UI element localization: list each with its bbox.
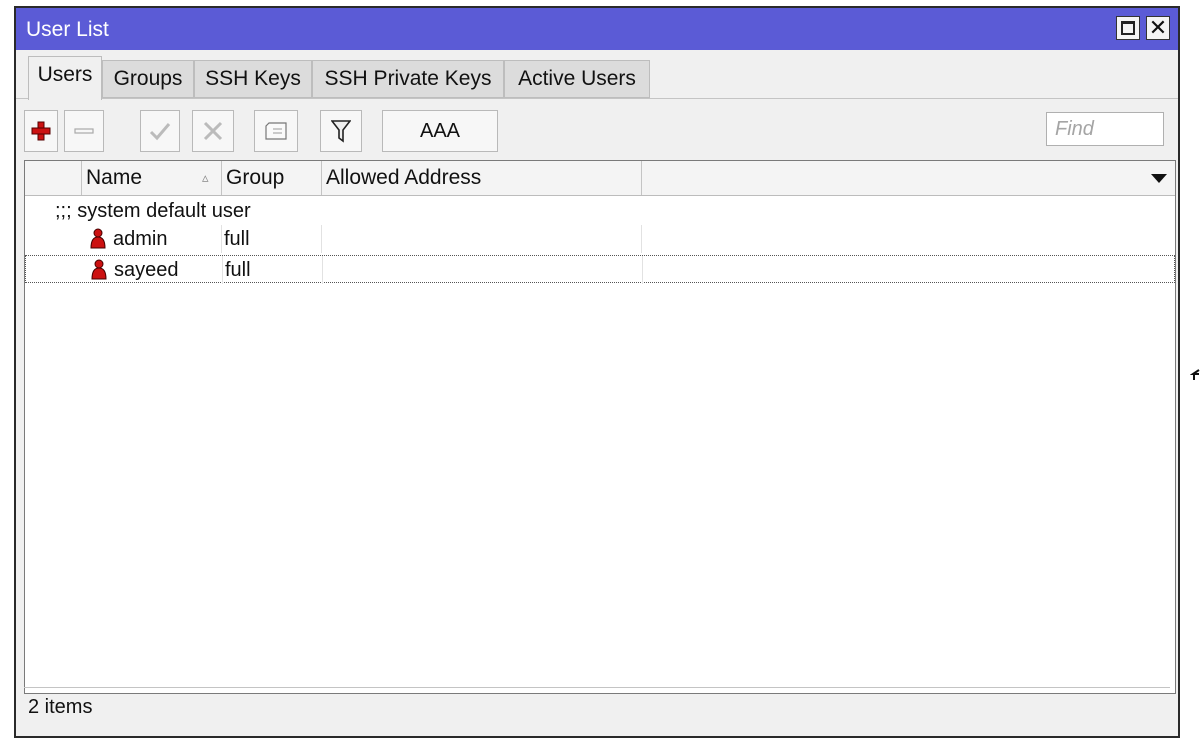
item-count: 2 items xyxy=(28,696,93,718)
aaa-button[interactable]: AAA xyxy=(382,110,498,152)
disable-button[interactable] xyxy=(192,110,234,152)
close-icon: ✕ xyxy=(1148,15,1168,40)
filter-button[interactable] xyxy=(320,110,362,152)
comment-button[interactable] xyxy=(254,110,298,152)
tab-groups[interactable]: Groups xyxy=(102,60,194,98)
cell-name: sayeed xyxy=(114,259,179,281)
cell-group: full xyxy=(221,225,321,253)
table-row[interactable]: admin full xyxy=(25,225,1175,253)
cell-name: admin xyxy=(113,228,168,250)
check-icon xyxy=(149,123,171,141)
add-button[interactable] xyxy=(24,110,58,152)
column-header-group[interactable]: Group xyxy=(221,161,321,195)
table-header: Name ▵ Group Allowed Address xyxy=(25,161,1175,196)
plus-icon xyxy=(31,121,51,141)
cell-group: full xyxy=(222,256,322,284)
maximize-button[interactable] xyxy=(1116,16,1140,40)
cell-allowed-address xyxy=(322,256,642,284)
tab-ssh-private-keys[interactable]: SSH Private Keys xyxy=(312,60,504,98)
close-button[interactable]: ✕ xyxy=(1146,15,1170,40)
cell-empty xyxy=(641,225,1175,253)
minus-icon xyxy=(74,128,94,134)
cell-empty xyxy=(642,256,1176,284)
comment-row: ;;; system default user xyxy=(55,200,251,222)
tab-users[interactable]: Users xyxy=(28,56,102,100)
find-input[interactable] xyxy=(1046,112,1164,146)
column-menu-arrow-icon[interactable] xyxy=(1151,174,1167,183)
column-header-name[interactable]: Name ▵ xyxy=(81,161,221,195)
title-bar[interactable]: User List ✕ xyxy=(16,8,1178,50)
status-bar: 2 items xyxy=(24,687,1170,728)
filter-icon xyxy=(331,120,351,143)
edge-mark xyxy=(1190,369,1200,380)
x-icon xyxy=(203,121,223,141)
user-icon xyxy=(90,228,106,249)
tab-ssh-keys[interactable]: SSH Keys xyxy=(194,60,312,98)
window-title: User List xyxy=(26,18,109,41)
toolbar: AAA xyxy=(24,108,1170,154)
sort-ascending-icon: ▵ xyxy=(202,170,209,185)
column-header-name-label: Name xyxy=(86,166,143,189)
users-table: Name ▵ Group Allowed Address ;;; system … xyxy=(24,160,1176,694)
cell-allowed-address xyxy=(321,225,641,253)
column-header-empty xyxy=(641,161,1175,195)
tab-divider xyxy=(16,98,1178,99)
comment-icon xyxy=(265,122,287,140)
user-icon xyxy=(91,259,107,280)
header-spacer xyxy=(25,161,81,195)
tab-active-users[interactable]: Active Users xyxy=(504,60,650,98)
enable-button[interactable] xyxy=(140,110,180,152)
user-list-window: User List ✕ Users Groups SSH Keys SSH Pr… xyxy=(14,6,1180,738)
column-header-allowed-address[interactable]: Allowed Address xyxy=(321,161,641,195)
remove-button[interactable] xyxy=(64,110,104,152)
table-row[interactable]: sayeed full xyxy=(25,255,1176,284)
